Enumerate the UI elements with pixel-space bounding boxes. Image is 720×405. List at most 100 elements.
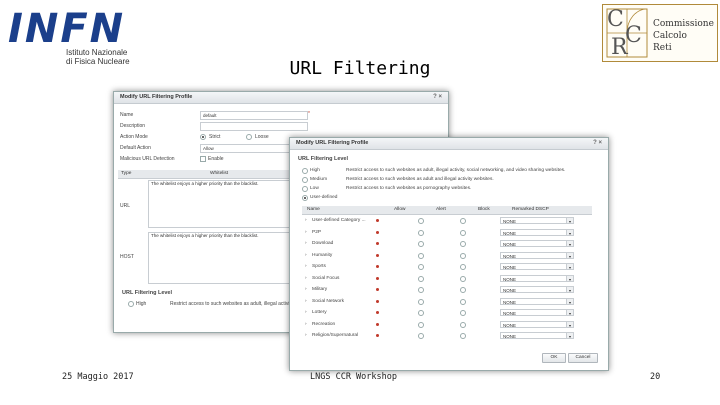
expand-caret-icon[interactable]: › <box>305 218 307 223</box>
allow-radio[interactable] <box>376 288 379 291</box>
allow-radio[interactable] <box>376 242 379 245</box>
chevron-down-icon[interactable]: ▾ <box>566 333 573 339</box>
enable-checkbox[interactable] <box>200 156 206 162</box>
loose-radio[interactable] <box>246 134 252 140</box>
expand-caret-icon[interactable]: › <box>305 230 307 235</box>
chevron-down-icon[interactable]: ▾ <box>566 275 573 282</box>
chevron-down-icon[interactable]: ▾ <box>566 264 573 270</box>
allow-radio[interactable] <box>376 219 379 222</box>
allow-radio[interactable] <box>376 311 379 314</box>
dscp-select[interactable]: NONE ▾ <box>500 240 574 247</box>
category-name: Download <box>312 241 334 246</box>
strict-radio[interactable] <box>200 134 206 140</box>
expand-caret-icon[interactable]: › <box>305 276 307 281</box>
block-radio[interactable] <box>460 241 466 247</box>
dscp-select[interactable]: NONE ▾ <box>500 217 574 224</box>
dscp-select[interactable]: NONE ▾ <box>500 309 574 316</box>
block-radio[interactable] <box>460 252 466 259</box>
dscp-value: NONE <box>503 334 517 339</box>
alert-radio[interactable] <box>418 298 424 305</box>
expand-caret-icon[interactable]: › <box>305 322 307 327</box>
chevron-down-icon[interactable]: ▾ <box>566 229 573 236</box>
level-name: User-defined <box>310 195 338 200</box>
allow-radio[interactable] <box>376 334 379 337</box>
chevron-down-icon[interactable]: ▾ <box>566 252 573 259</box>
dscp-select[interactable]: NONE ▾ <box>500 228 574 236</box>
cancel-button[interactable]: Cancel <box>568 353 598 363</box>
alert-radio[interactable] <box>418 310 424 316</box>
dscp-select[interactable]: NONE ▾ <box>500 286 574 293</box>
description-input[interactable] <box>200 122 308 131</box>
expand-caret-icon[interactable]: › <box>305 310 307 315</box>
block-radio[interactable] <box>460 218 466 224</box>
allow-radio[interactable] <box>376 230 379 234</box>
dscp-select[interactable]: NONE ▾ <box>500 332 574 339</box>
alert-radio[interactable] <box>418 275 424 282</box>
footer-page: 20 <box>650 372 661 382</box>
block-radio[interactable] <box>460 321 466 328</box>
alert-radio[interactable] <box>418 229 424 236</box>
level-radio[interactable] <box>302 195 308 201</box>
expand-caret-icon[interactable]: › <box>305 241 307 246</box>
name-input[interactable]: default <box>200 111 308 120</box>
block-radio[interactable] <box>460 287 466 293</box>
ok-button[interactable]: OK <box>542 353 566 363</box>
allow-radio[interactable] <box>376 276 379 280</box>
block-radio[interactable] <box>460 310 466 316</box>
back-dialog-controls[interactable]: ? × <box>433 92 442 103</box>
dscp-select[interactable]: NONE ▾ <box>500 274 574 282</box>
name-label: Name <box>120 112 134 118</box>
chevron-down-icon[interactable]: ▾ <box>566 241 573 247</box>
alert-radio[interactable] <box>418 252 424 259</box>
chevron-down-icon[interactable]: ▾ <box>566 287 573 293</box>
loose-label: Loose <box>255 134 269 140</box>
expand-caret-icon[interactable]: › <box>305 253 307 258</box>
category-name: User-defined Category ... <box>312 218 366 223</box>
ccr-logo: C C R Commissione Calcolo Reti <box>602 4 718 62</box>
block-radio[interactable] <box>460 229 466 236</box>
category-name: Military <box>312 287 328 292</box>
expand-caret-icon[interactable]: › <box>305 264 307 269</box>
block-radio[interactable] <box>460 298 466 305</box>
whitelist-grid-header: Type Whitelist <box>118 170 296 179</box>
dscp-select[interactable]: NONE ▾ <box>500 320 574 328</box>
allow-radio[interactable] <box>376 253 379 257</box>
expand-caret-icon[interactable]: › <box>305 333 307 338</box>
alert-radio[interactable] <box>418 333 424 339</box>
level-radio[interactable] <box>302 168 308 174</box>
ccr-line2: Calcolo <box>653 31 687 41</box>
category-name: Recreation <box>312 321 336 327</box>
host-whitelist[interactable]: The whitelist enjoys a higher priority t… <box>148 232 292 284</box>
allow-radio[interactable] <box>376 322 379 326</box>
back-high-radio[interactable] <box>128 301 134 307</box>
allow-radio[interactable] <box>376 299 379 303</box>
chevron-down-icon[interactable]: ▾ <box>566 310 573 316</box>
alert-radio[interactable] <box>418 321 424 328</box>
expand-caret-icon[interactable]: › <box>305 299 307 304</box>
alert-radio[interactable] <box>418 264 424 270</box>
block-radio[interactable] <box>460 264 466 270</box>
level-name: High <box>310 168 320 173</box>
url-whitelist[interactable]: The whitelist enjoys a higher priority t… <box>148 180 292 228</box>
col-allow: Allow <box>394 207 406 212</box>
chevron-down-icon[interactable]: ▾ <box>566 321 573 328</box>
allow-radio[interactable] <box>376 265 379 268</box>
alert-radio[interactable] <box>418 287 424 293</box>
level-radio[interactable] <box>302 177 308 183</box>
block-radio[interactable] <box>460 275 466 282</box>
category-name: Humanity <box>312 252 333 258</box>
alert-radio[interactable] <box>418 241 424 247</box>
chevron-down-icon[interactable]: ▾ <box>566 298 573 305</box>
front-dialog-controls[interactable]: ? × <box>593 138 602 149</box>
dscp-select[interactable]: NONE ▾ <box>500 297 574 305</box>
dscp-select[interactable]: NONE ▾ <box>500 263 574 270</box>
chevron-down-icon[interactable]: ▾ <box>566 218 573 224</box>
required-mark: * <box>308 111 310 117</box>
category-name: Social Network <box>312 298 344 304</box>
level-radio[interactable] <box>302 186 308 192</box>
block-radio[interactable] <box>460 333 466 339</box>
dscp-select[interactable]: NONE ▾ <box>500 251 574 259</box>
expand-caret-icon[interactable]: › <box>305 287 307 292</box>
ccr-letter-3: R <box>611 35 628 60</box>
alert-radio[interactable] <box>418 218 424 224</box>
